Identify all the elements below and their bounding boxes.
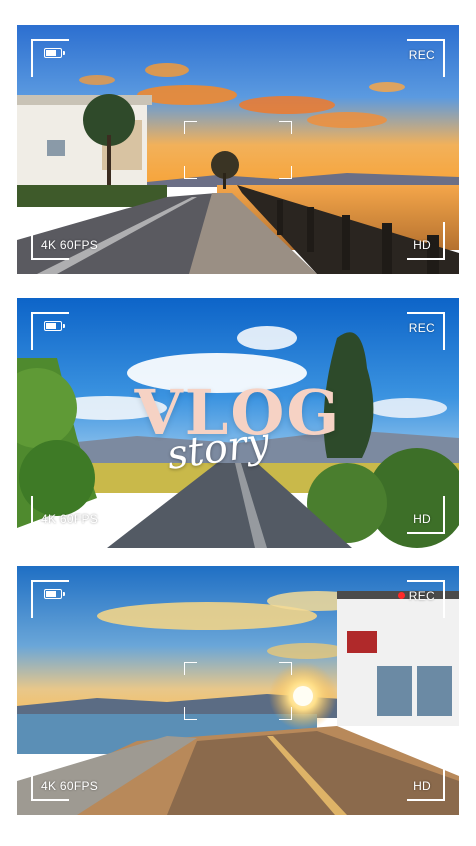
quality-label: HD [413,238,431,252]
rec-text: REC [408,48,435,62]
battery-icon [44,589,65,599]
rec-text: REC [408,321,435,335]
rec-label: REC [397,589,435,603]
viewfinder-frame-3: REC 4K 60FPS HD [17,566,459,815]
rec-text: REC [408,589,435,603]
viewfinder-frame-1: REC 4K 60FPS HD [17,25,459,274]
viewfinder-corner-top-left [31,312,69,350]
focus-brackets [184,661,292,720]
viewfinder-corner-top-left [31,580,69,618]
battery-icon [44,48,65,58]
viewfinder-corner-top-left [31,39,69,77]
focus-brackets [184,120,292,179]
fps-label: 4K 60FPS [41,238,99,252]
fps-label: 4K 60FPS [41,512,99,526]
recording-dot-icon [397,592,405,599]
fps-label: 4K 60FPS [41,779,99,793]
quality-label: HD [413,512,431,526]
battery-icon [44,321,65,331]
viewfinder-frame-2: VLOG story REC 4K 60FPS HD [17,298,459,548]
rec-label: REC [409,48,435,62]
rec-label: REC [409,321,435,335]
quality-label: HD [413,779,431,793]
